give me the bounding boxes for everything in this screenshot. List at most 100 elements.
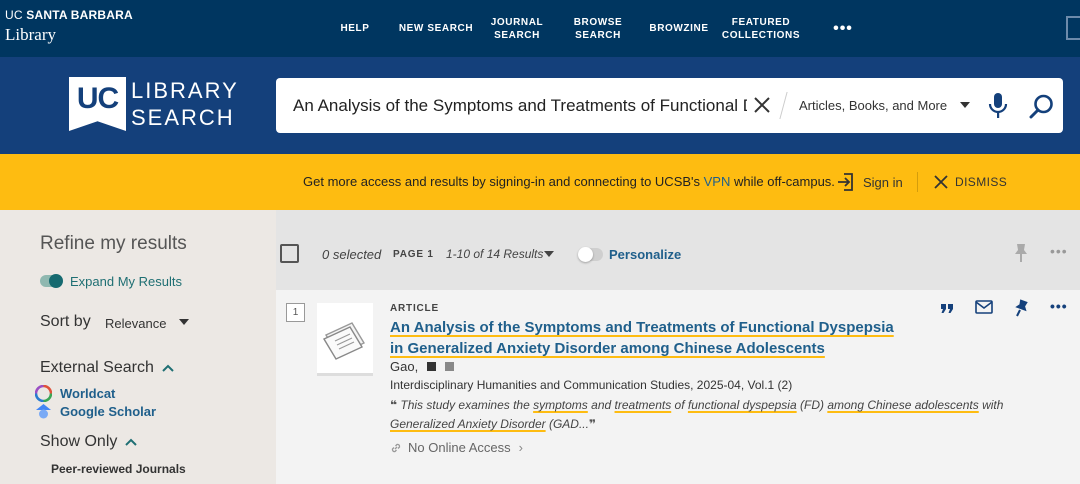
divider: [779, 92, 788, 119]
snippet-highlight: symptoms: [533, 398, 588, 412]
nav-new-search[interactable]: NEW SEARCH: [398, 0, 474, 57]
chevron-right-icon: ›: [518, 440, 523, 455]
clear-search-icon[interactable]: [752, 95, 772, 115]
link-icon: [391, 443, 401, 452]
email-icon[interactable]: [975, 300, 993, 314]
sort-select[interactable]: Relevance: [105, 316, 166, 331]
logo-uc: UC: [69, 77, 126, 131]
snippet-highlight: treatments: [614, 398, 672, 412]
pin-icon[interactable]: [1014, 299, 1028, 317]
snippet-text: with: [978, 398, 1004, 412]
author-name: Gao,: [390, 359, 419, 374]
vpn-banner: Get more access and results by signing-i…: [0, 154, 1080, 210]
qr-code-icon[interactable]: [1066, 16, 1080, 40]
top-nav: UC SANTA BARBARA Library HELP NEW SEARCH…: [0, 0, 1080, 57]
worldcat-label: Worldcat: [60, 386, 116, 401]
dismiss-label: DISMISS: [955, 175, 1008, 189]
show-only-label: Show Only: [40, 433, 118, 450]
show-only-heading[interactable]: Show Only: [40, 433, 138, 451]
worldcat-icon: [35, 385, 52, 402]
worldcat-link[interactable]: Worldcat: [35, 385, 115, 402]
chevron-up-icon: [162, 364, 174, 372]
banner-text: Get more access and results by signing-i…: [303, 174, 701, 189]
microphone-icon[interactable]: [987, 92, 1009, 120]
scope-caret-icon[interactable]: [960, 102, 970, 108]
brand-uc: UC: [5, 8, 23, 22]
vpn-link[interactable]: VPN: [704, 174, 731, 189]
availability-link[interactable]: No Online Access ›: [390, 440, 523, 455]
ucsb-library-brand[interactable]: UC SANTA BARBARA Library: [5, 9, 133, 43]
snippet-text: (GAD...: [545, 417, 589, 431]
expand-results-toggle[interactable]: [40, 274, 63, 288]
result-card: 1 ARTICLE An Analysis of the Symptoms an…: [276, 290, 1080, 484]
availability-label: No Online Access: [408, 440, 511, 455]
banner-text-end: while off-campus.: [734, 174, 835, 189]
result-author: Gao,: [390, 359, 455, 374]
expand-results-label[interactable]: Expand My Results: [70, 274, 182, 289]
sort-by-label: Sort by: [40, 313, 91, 330]
citation-icon[interactable]: [940, 302, 954, 314]
search-band: UC LIBRARY SEARCH An Analysis of the Sym…: [0, 57, 1080, 154]
dismiss-button[interactable]: DISMISS: [934, 172, 1007, 192]
external-search-label: External Search: [40, 359, 154, 376]
personalize-label[interactable]: Personalize: [609, 247, 681, 262]
brand-library: Library: [5, 25, 56, 44]
snippet-highlight: functional dyspepsia: [687, 398, 797, 412]
results-range-select[interactable]: 1-10 of 14 Results: [446, 247, 543, 261]
sign-in-button[interactable]: Sign in: [837, 171, 903, 193]
snippet-text: This study examines the: [400, 398, 534, 412]
external-search-heading[interactable]: External Search: [40, 359, 174, 377]
google-scholar-label: Google Scholar: [60, 404, 157, 419]
selected-count: 0 selected: [322, 247, 382, 262]
more-actions-icon[interactable]: •••: [1050, 298, 1068, 314]
results-toolbar: 0 selected PAGE 1 1-10 of 14 Results Per…: [276, 210, 1080, 290]
nav-browse-search[interactable]: BROWSE SEARCH: [571, 0, 625, 57]
nav-journal-search[interactable]: JOURNAL SEARCH: [489, 0, 545, 57]
page-indicator: PAGE 1: [393, 249, 434, 260]
nav-more-icon[interactable]: •••: [828, 0, 858, 57]
logo-line2: SEARCH: [131, 105, 235, 130]
search-input[interactable]: An Analysis of the Symptoms and Treatmen…: [293, 78, 747, 133]
snippet-text: (FD): [796, 398, 828, 412]
banner-message: Get more access and results by signing-i…: [303, 154, 835, 210]
refine-sidebar: Refine my results Expand My Results Sort…: [0, 210, 276, 484]
result-thumbnail: [317, 303, 373, 376]
personalize-toggle[interactable]: [578, 247, 603, 262]
google-scholar-link[interactable]: Google Scholar: [35, 403, 156, 420]
search-icon[interactable]: [1029, 93, 1055, 119]
banner-divider: [917, 172, 918, 192]
nav-featured-collections[interactable]: FEATURED COLLECTIONS: [722, 0, 800, 57]
brand-santa-barbara: SANTA BARBARA: [26, 8, 133, 22]
snippet-text: and: [587, 398, 615, 412]
google-scholar-icon: [36, 404, 51, 419]
author-square-icon: [427, 362, 437, 371]
nav-browzine[interactable]: BROWZINE: [648, 0, 710, 57]
result-number: 1: [286, 303, 305, 322]
refine-heading: Refine my results: [40, 233, 187, 254]
range-caret-icon[interactable]: [544, 251, 554, 257]
article-icon: [322, 322, 366, 360]
sort-caret-icon[interactable]: [179, 319, 189, 325]
author-square-icon: [445, 362, 455, 371]
snippet-highlight: Generalized Anxiety Disorder: [390, 417, 546, 431]
more-options-icon[interactable]: •••: [1050, 243, 1068, 259]
close-icon: [934, 175, 948, 189]
select-all-checkbox[interactable]: [280, 244, 299, 263]
pin-icon[interactable]: [1014, 243, 1028, 263]
quote-close-icon: ❞: [588, 417, 597, 431]
chevron-up-icon: [125, 438, 138, 446]
search-scope-select[interactable]: Articles, Books, and More: [799, 78, 947, 133]
result-snippet: ❝ This study examines the symptoms and t…: [390, 396, 1030, 434]
facet-peer-reviewed[interactable]: Peer-reviewed Journals: [51, 462, 186, 476]
quote-open-icon: ❝: [390, 398, 398, 412]
result-title-link[interactable]: An Analysis of the Symptoms and Treatmen…: [390, 317, 910, 359]
search-box: An Analysis of the Symptoms and Treatmen…: [276, 78, 1063, 133]
snippet-highlight: among Chinese adolescents: [827, 398, 979, 412]
result-publication: Interdisciplinary Humanities and Communi…: [390, 378, 793, 392]
result-type: ARTICLE: [390, 303, 439, 314]
snippet-text: of: [671, 398, 688, 412]
sign-in-icon: [838, 173, 853, 191]
logo-line1: LIBRARY: [131, 78, 239, 103]
nav-help[interactable]: HELP: [332, 0, 378, 57]
sign-in-label: Sign in: [863, 174, 903, 190]
